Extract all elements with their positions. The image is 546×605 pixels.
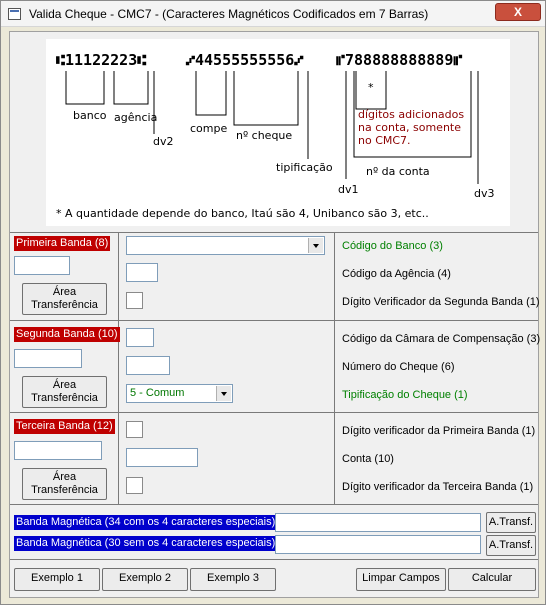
label-codigo-banco: Código do Banco (3) [342, 240, 443, 252]
label-numero-cheque: Número do Cheque (6) [342, 361, 455, 373]
group2-code: ⑇44555555556⑇ [185, 51, 303, 69]
compe-input[interactable] [126, 328, 154, 347]
label-dv-primeira-banda: Dígito verificador da Primeira Banda (1) [342, 425, 536, 437]
divider [118, 233, 119, 320]
band-2-input[interactable] [14, 349, 82, 368]
note-line-2: na conta, somente [358, 121, 461, 134]
label-conta: Conta (10) [342, 453, 394, 465]
label-tipificacao-cheque: Tipificação do Cheque (1) [342, 389, 468, 401]
label-compe: compe [190, 122, 227, 135]
transfer-line-1: Área [52, 379, 77, 391]
band-2-title: Segunda Banda (10) [14, 327, 120, 342]
label-dv3: dv3 [474, 187, 495, 200]
transfer-line-2: Transferência [31, 392, 98, 404]
band-34-label: Banda Magnética (34 com os 4 caracteres … [14, 515, 278, 530]
dv-primeira-banda-input[interactable] [126, 421, 143, 438]
diagram-footnote: * A quantidade depende do banco, Itaú sã… [56, 207, 429, 220]
label-tipificacao: tipificação [276, 161, 333, 174]
group1-code: ⑆11122223⑆ [56, 51, 146, 69]
transfer-line-2: Transferência [31, 484, 98, 496]
conta-input[interactable] [126, 448, 198, 467]
band-34-input[interactable] [275, 513, 481, 532]
tipificacao-select[interactable]: 5 - Comum [126, 384, 233, 403]
band-1-input[interactable] [14, 256, 70, 275]
divider [334, 413, 335, 504]
divider [334, 321, 335, 412]
divider [334, 233, 335, 320]
section-magnetic: Banda Magnética (34 com os 4 caracteres … [10, 504, 538, 556]
label-dv1: dv1 [338, 183, 359, 196]
section-band-2: Segunda Banda (10) Área Transferência 5 … [10, 320, 541, 412]
note-line-1: dígitos adicionados [358, 108, 464, 121]
agencia-input[interactable] [126, 263, 158, 282]
label-dv-terceira-banda: Dígito verificador da Terceira Banda (1) [342, 481, 534, 493]
band-34-transfer-button[interactable]: A.Transf. [486, 512, 536, 533]
group3-code: ⑈788888888889⑈ [336, 51, 462, 69]
transfer-line-1: Área [52, 471, 77, 483]
calcular-button[interactable]: Calcular [448, 568, 536, 591]
dv-terceira-banda-input[interactable] [126, 477, 143, 494]
note-line-3: no CMC7. [358, 134, 411, 147]
divider [118, 413, 119, 504]
exemplo-2-button[interactable]: Exemplo 2 [102, 568, 188, 591]
cmc7-diagram-svg: ⑆11122223⑆ ⑇44555555556⑇ ⑈788888888889⑈ [56, 51, 495, 220]
banco-select[interactable] [126, 236, 325, 255]
section-band-1: Primeira Banda (8) Área Transferência Có… [10, 232, 540, 320]
label-no-conta: nº da conta [366, 165, 430, 178]
tipificacao-value: 5 - Comum [130, 387, 185, 399]
label-agencia: agência [114, 111, 157, 124]
dv-segunda-banda-input[interactable] [126, 292, 143, 309]
label-codigo-compensacao: Código da Câmara de Compensação (3) [342, 333, 541, 345]
exemplo-3-button[interactable]: Exemplo 3 [190, 568, 276, 591]
chevron-down-icon[interactable] [308, 238, 323, 253]
client-area: ⑆11122223⑆ ⑇44555555556⑇ ⑈788888888889⑈ [9, 31, 541, 598]
band-2-transfer-button[interactable]: Área Transferência [22, 376, 107, 408]
transfer-line-2: Transferência [31, 299, 98, 311]
exemplo-1-button[interactable]: Exemplo 1 [14, 568, 100, 591]
label-dv-segunda-banda: Dígito Verificador da Segunda Banda (1) [342, 296, 540, 308]
transfer-line-1: Área [52, 286, 77, 298]
label-asterisk: * [368, 81, 374, 94]
band-30-input[interactable] [275, 535, 481, 554]
band-30-transfer-button[interactable]: A.Transf. [486, 535, 536, 556]
label-no-cheque: nº cheque [236, 129, 292, 142]
cmc7-diagram: ⑆11122223⑆ ⑇44555555556⑇ ⑈788888888889⑈ [46, 39, 510, 226]
band-3-input[interactable] [14, 441, 102, 460]
section-actions: Exemplo 1 Exemplo 2 Exemplo 3 Limpar Cam… [10, 559, 538, 597]
section-band-3: Terceira Banda (12) Área Transferência D… [10, 412, 538, 504]
close-button[interactable]: X [495, 3, 541, 21]
band-1-title: Primeira Banda (8) [14, 236, 111, 251]
window-icon [8, 8, 21, 20]
band-3-title: Terceira Banda (12) [14, 419, 115, 434]
window: Valida Cheque - CMC7 - (Caracteres Magné… [0, 0, 546, 605]
title-bar: Valida Cheque - CMC7 - (Caracteres Magné… [1, 1, 545, 27]
window-title: Valida Cheque - CMC7 - (Caracteres Magné… [29, 7, 429, 21]
numero-cheque-input[interactable] [126, 356, 170, 375]
band-30-label: Banda Magnética (30 sem os 4 caracteres … [14, 536, 278, 551]
limpar-campos-button[interactable]: Limpar Campos [356, 568, 446, 591]
label-codigo-agencia: Código da Agência (4) [342, 268, 451, 280]
label-banco: banco [73, 109, 107, 122]
band-3-transfer-button[interactable]: Área Transferência [22, 468, 107, 500]
chevron-down-icon[interactable] [216, 386, 231, 401]
band-1-transfer-button[interactable]: Área Transferência [22, 283, 107, 315]
label-dv2: dv2 [153, 135, 174, 148]
